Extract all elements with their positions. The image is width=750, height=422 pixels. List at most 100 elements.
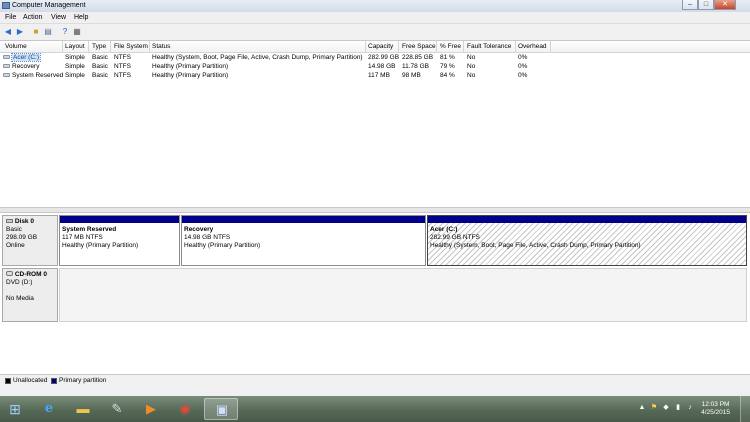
taskbar-chrome[interactable]: ◉	[170, 398, 200, 420]
tray-app-icon[interactable]: ◆	[662, 404, 670, 412]
minimize-button[interactable]: –	[682, 0, 698, 10]
cdrom-0-name: CD-ROM 0	[14, 271, 47, 278]
taskbar-clock[interactable]: 12:03 PM 4/25/2015	[701, 401, 730, 417]
volume-row[interactable]: Acer (C:) Simple Basic NTFS Healthy (Sys…	[0, 53, 750, 62]
partition-status: Healthy (Primary Partition)	[184, 242, 261, 249]
column-volume[interactable]: Volume	[5, 43, 27, 50]
partition-bar	[60, 216, 179, 223]
legend: Unallocated Primary partition	[0, 374, 750, 386]
partition-recovery[interactable]: Recovery 14.98 GB NTFS Healthy (Primary …	[181, 215, 426, 266]
volume-free-space: 98 MB	[402, 72, 421, 79]
cdrom-0-empty-area	[59, 268, 747, 322]
menu-bar: File Action View Help	[0, 12, 750, 24]
help-icon[interactable]: ?	[60, 27, 70, 37]
volume-free-space: 228.85 GB	[402, 54, 434, 61]
tray-volume-icon[interactable]: ♪	[686, 404, 694, 412]
volume-percent-free: 84 %	[440, 72, 455, 79]
volume-row[interactable]: Recovery Simple Basic NTFS Healthy (Prim…	[0, 62, 750, 71]
volume-capacity: 282.99 GB	[368, 54, 400, 61]
partition-system-reserved[interactable]: System Reserved 117 MB NTFS Healthy (Pri…	[59, 215, 180, 266]
folder-icon: ▬	[76, 401, 90, 416]
partition-status: Healthy (Primary Partition)	[62, 242, 139, 249]
cdrom-0-kind: DVD (D:)	[6, 279, 33, 286]
clock-date: 4/25/2015	[701, 409, 730, 416]
tray-flag-icon[interactable]: ⚑	[650, 404, 658, 412]
volume-file-system: NTFS	[114, 72, 131, 79]
start-button[interactable]: ⊞	[2, 398, 28, 420]
partition-name: Acer (C:)	[430, 226, 458, 233]
column-free-space[interactable]: Free Space	[402, 43, 436, 50]
volume-percent-free: 81 %	[440, 54, 455, 61]
legend-primary-partition: Primary partition	[59, 377, 107, 384]
volume-capacity: 14.98 GB	[368, 63, 396, 70]
column-capacity[interactable]: Capacity	[368, 43, 393, 50]
volume-status: Healthy (Primary Partition)	[152, 63, 229, 70]
window-title: Computer Management	[12, 2, 86, 9]
column-fault-tolerance[interactable]: Fault Tolerance	[467, 43, 511, 50]
disk-0-name: Disk 0	[14, 218, 34, 225]
show-desktop-button[interactable]	[740, 396, 750, 422]
partition-size: 282.99 GB NTFS	[430, 234, 480, 241]
partition-size: 14.98 GB NTFS	[184, 234, 231, 241]
volume-drive-icon	[3, 64, 10, 68]
volume-type: Basic	[92, 63, 108, 70]
computer-management-icon	[2, 2, 10, 9]
column-overhead[interactable]: Overhead	[518, 43, 547, 50]
windows-logo-icon: ⊞	[9, 401, 21, 417]
maximize-button[interactable]: □	[698, 0, 714, 10]
menu-file[interactable]: File	[5, 14, 16, 21]
forward-arrow-icon[interactable]: ▶	[15, 27, 25, 37]
computer-management-icon: ▣	[215, 402, 229, 417]
column-percent-free[interactable]: % Free	[440, 43, 461, 50]
disk-graphical-view: Disk 0 Basic 298.09 GB Online System Res…	[0, 213, 750, 373]
volume-type: Basic	[92, 72, 108, 79]
taskbar-media-player[interactable]: ▶	[136, 398, 166, 420]
taskbar-internet-explorer[interactable]: e	[34, 398, 64, 420]
tray-network-icon[interactable]: ▮	[674, 404, 682, 412]
volume-percent-free: 79 %	[440, 63, 455, 70]
taskbar-file-explorer[interactable]: ▬	[68, 398, 98, 420]
menu-action[interactable]: Action	[23, 14, 42, 21]
volume-layout: Simple	[65, 63, 85, 70]
partition-bar	[428, 216, 746, 223]
hard-disk-icon	[6, 219, 13, 223]
volume-status: Healthy (System, Boot, Page File, Active…	[152, 54, 363, 61]
partition-name: Recovery	[184, 226, 214, 233]
volume-status: Healthy (Primary Partition)	[152, 72, 229, 79]
volume-drive-icon	[3, 73, 10, 77]
partition-size: 117 MB NTFS	[62, 234, 103, 241]
console-tree-icon[interactable]: ▤	[43, 27, 53, 37]
column-layout[interactable]: Layout	[65, 43, 85, 50]
menu-help[interactable]: Help	[74, 14, 88, 21]
internet-explorer-icon: e	[44, 401, 54, 416]
up-folder-icon[interactable]: ■	[31, 27, 41, 37]
disk-0-info[interactable]: Disk 0 Basic 298.09 GB Online	[2, 215, 58, 266]
media-player-icon: ▶	[146, 401, 156, 416]
column-type[interactable]: Type	[92, 43, 106, 50]
volume-drive-icon	[3, 55, 10, 59]
volume-name: System Reserved	[12, 72, 64, 79]
volume-free-space: 11.78 GB	[402, 63, 429, 70]
taskbar-tools[interactable]: ✎	[102, 398, 132, 420]
disk-0-state: Online	[6, 242, 25, 249]
volume-layout: Simple	[65, 54, 85, 61]
close-button[interactable]: ✕	[714, 0, 736, 10]
cdrom-0-info[interactable]: CD-ROM 0 DVD (D:) No Media	[2, 268, 58, 322]
toolbar: ◀ ▶ ■ ▤ ? ▦	[0, 24, 750, 41]
disk-0-size: 298.09 GB	[6, 234, 38, 241]
taskbar-computer-management[interactable]: ▣	[204, 398, 238, 420]
volume-file-system: NTFS	[114, 54, 131, 61]
partition-acer-c[interactable]: Acer (C:) 282.99 GB NTFS Healthy (System…	[427, 215, 747, 266]
volume-layout: Simple	[65, 72, 85, 79]
menu-view[interactable]: View	[51, 14, 66, 21]
column-status[interactable]: Status	[152, 43, 170, 50]
properties-icon[interactable]: ▦	[72, 27, 82, 37]
volume-row[interactable]: System Reserved Simple Basic NTFS Health…	[0, 71, 750, 80]
partition-status: Healthy (System, Boot, Page File, Active…	[430, 242, 641, 249]
column-file-system[interactable]: File System	[114, 43, 148, 50]
volume-overhead: 0%	[518, 54, 528, 61]
tray-expand-icon[interactable]: ▲	[638, 404, 646, 412]
cd-drive-icon	[6, 271, 13, 276]
partition-bar	[182, 216, 425, 223]
back-arrow-icon[interactable]: ◀	[3, 27, 13, 37]
